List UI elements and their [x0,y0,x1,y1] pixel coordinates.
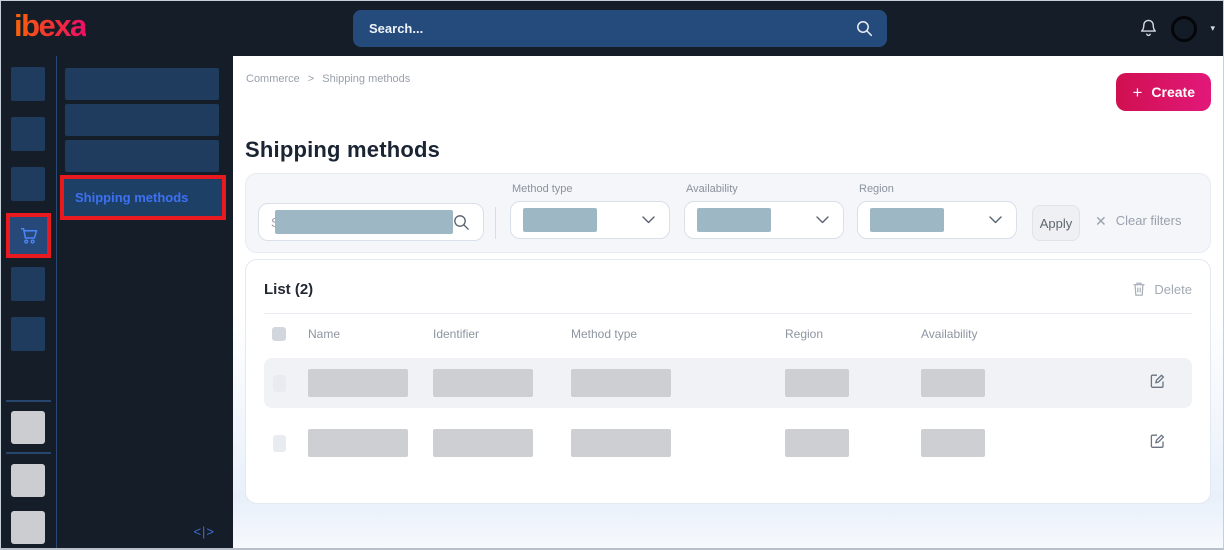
menu-item-label: Shipping methods [75,190,189,205]
menu-item-shipping-methods[interactable]: Shipping methods [60,175,226,220]
column-header-availability: Availability [921,327,978,341]
global-search[interactable] [353,10,887,47]
filter-method-type: Method type [510,183,670,239]
column-header-region: Region [785,327,824,341]
create-button[interactable]: + Create [1116,73,1211,111]
trash-icon [1132,281,1146,297]
list-title: List (2) [264,280,314,298]
redaction-box [571,369,671,397]
menu-item-placeholder-3[interactable] [65,140,219,172]
global-search-input[interactable] [367,20,856,37]
redaction-box [921,369,985,397]
page-title: Shipping methods [245,136,441,162]
redaction-box [697,208,771,232]
filter-search-input[interactable]: S [258,203,484,241]
topbar: ibexa ▾ [1,1,1223,56]
sidebar-item-placeholder-8[interactable] [11,511,45,544]
close-icon: ✕ [1095,212,1107,229]
search-icon[interactable] [453,214,470,231]
breadcrumb: Commerce > Shipping methods [246,73,410,85]
sidebar-item-placeholder-5[interactable] [11,317,45,351]
sidebar-item-placeholder-7[interactable] [11,464,45,497]
row-checkbox[interactable] [273,374,286,392]
filter-label: Method type [512,183,573,195]
sidebar-divider [6,452,51,454]
breadcrumb-current: Shipping methods [322,73,411,85]
filter-label: Region [859,183,894,195]
clear-filters-label: Clear filters [1115,213,1182,228]
redaction-box [870,208,944,232]
redaction-box [433,369,533,397]
plus-icon: + [1132,82,1143,102]
notifications-bell-icon[interactable] [1139,18,1158,39]
redaction-box [785,429,849,457]
column-header-identifier: Identifier [433,327,480,341]
row-checkbox[interactable] [273,434,286,452]
apply-button[interactable]: Apply [1032,205,1080,241]
table-header: Name Identifier Method type Region Avail… [264,323,1192,345]
edit-icon[interactable] [1149,432,1166,449]
sidebar-item-placeholder-2[interactable] [11,117,45,151]
sidebar-item-placeholder-6[interactable] [11,411,45,444]
secondary-sidebar: Shipping methods <|> [57,56,233,548]
chevron-down-icon [642,216,655,224]
search-icon[interactable] [856,20,873,37]
delete-button[interactable]: Delete [1132,281,1192,297]
region-dropdown[interactable] [857,201,1017,239]
app-window: ibexa ▾ [0,0,1224,550]
edit-icon[interactable] [1149,372,1166,389]
delete-label: Delete [1154,281,1192,297]
filters-bar: S Method type Availability [245,173,1211,253]
filter-label: Availability [686,183,738,195]
sidebar-item-placeholder-4[interactable] [11,267,45,301]
filter-availability: Availability [684,183,844,239]
ibexa-logo: ibexa [14,8,87,43]
redaction-box [274,210,453,234]
icon-sidebar [1,56,57,548]
table-row[interactable] [264,358,1192,408]
redaction-box [433,429,533,457]
shopping-cart-icon [18,226,40,246]
filter-region: Region [857,183,1017,239]
clear-filters-button[interactable]: ✕ Clear filters [1095,213,1181,228]
redaction-box [571,429,671,457]
main-content: Commerce > Shipping methods + Create Shi… [233,56,1223,548]
redaction-box [921,429,985,457]
sidebar-item-placeholder-1[interactable] [11,67,45,101]
create-button-label: Create [1151,84,1195,100]
column-header-name: Name [308,327,341,341]
user-avatar[interactable] [1171,15,1198,42]
user-menu-caret-icon[interactable]: ▾ [1210,24,1215,33]
breadcrumb-separator-icon: > [307,73,315,85]
chevron-down-icon [989,216,1002,224]
divider [264,313,1192,314]
table-row[interactable] [264,418,1192,468]
column-header-method-type: Method type [571,327,638,341]
menu-item-placeholder-2[interactable] [65,104,219,136]
chevron-down-icon [816,216,829,224]
redaction-box [523,208,597,232]
shipping-methods-list: List (2) Delete Name Identifier Method t… [245,259,1211,504]
select-all-checkbox[interactable] [272,327,286,341]
sidebar-item-commerce-active[interactable] [6,213,51,258]
collapse-sidebar-icon[interactable]: <|> [193,524,215,539]
sidebar-item-placeholder-3[interactable] [11,167,45,201]
topbar-actions: ▾ [1139,1,1215,56]
redaction-box [308,429,408,457]
redaction-box [785,369,849,397]
availability-dropdown[interactable] [684,201,844,239]
filter-divider [495,207,496,239]
list-header: List (2) Delete [264,279,1192,299]
menu-item-placeholder-1[interactable] [65,68,219,100]
sidebar-divider [6,400,51,402]
redaction-box [308,369,408,397]
breadcrumb-commerce[interactable]: Commerce [246,73,300,85]
method-type-dropdown[interactable] [510,201,670,239]
